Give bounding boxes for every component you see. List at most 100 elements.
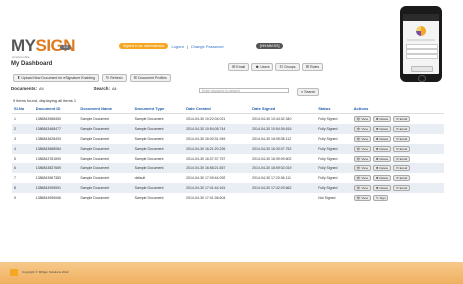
row-email-label: Email <box>399 126 408 131</box>
row-delete-button[interactable]: ✖ Delete <box>372 115 392 122</box>
top-user-bar: Signed in as: administrator Logout | Cha… <box>119 43 223 49</box>
row-email-button[interactable]: ✉ Email <box>393 165 411 172</box>
cell-document-id: 1386843688084 <box>33 143 79 154</box>
row-view-button[interactable]: 👁 View <box>353 185 371 192</box>
group-icon: ☷ <box>279 64 284 69</box>
row-view-button[interactable]: 👁 View <box>353 175 371 182</box>
row-email-button[interactable]: ✉ Email <box>393 145 411 152</box>
row-view-button[interactable]: 👁 View <box>353 125 371 132</box>
row-delete-button[interactable]: ✖ Delete <box>372 175 392 182</box>
cell-date-signed: 2014-04-30 16:05:08.112 <box>252 136 292 141</box>
users-button[interactable]: ☻ Users <box>251 63 274 71</box>
row-view-label: View <box>361 176 368 181</box>
cell-date-created: 2014-04-30 16:37:37.757 <box>186 156 226 161</box>
row-email-button[interactable]: ✉ Email <box>393 135 411 142</box>
cell-document-name: Sample Document <box>78 143 133 154</box>
header-status[interactable]: Status <box>316 104 352 114</box>
phone-text-line <box>407 39 435 41</box>
profiles-button-label: Document Profiles <box>138 76 167 80</box>
row-view-button[interactable]: 👁 View <box>353 115 371 122</box>
cell-document-id: 1386843967383 <box>35 176 62 181</box>
cell-date-signed: 2014-04-30 10:44:32.340 <box>252 116 292 121</box>
row-action-buttons: 👁 View ✖ Delete ✉ Email <box>353 115 442 122</box>
row-email-button[interactable]: ✉ Email <box>393 125 411 132</box>
row-delete-button[interactable]: ✖ Delete <box>372 145 392 152</box>
envelope-icon: ✉ <box>396 136 399 141</box>
document-profiles-button[interactable]: ☰ Document Profiles <box>129 74 171 82</box>
cell-status: Fully Signed <box>318 116 338 121</box>
search-icon: ⌕ <box>301 89 304 94</box>
row-view-label: View <box>361 196 368 201</box>
cell-document-type: Sample Document <box>134 156 164 161</box>
row-email-label: Email <box>399 156 408 161</box>
header-document-type[interactable]: Document Type <box>132 104 185 114</box>
documents-filter-select[interactable]: All <box>39 86 43 91</box>
cell-sl-no: 2 <box>12 123 34 134</box>
cell-sl-no: 4 <box>12 143 34 154</box>
search-filter-select[interactable]: All <box>112 86 116 91</box>
refresh-icon: ↻ <box>105 75 110 80</box>
email-button[interactable]: ✉ Email <box>228 63 250 71</box>
groups-button[interactable]: ☷ Groups <box>275 63 300 71</box>
row-email-button[interactable]: ✉ Email <box>393 185 411 192</box>
cell-document-id: 1386843468477 <box>33 123 79 134</box>
row-sign-button[interactable]: ✎ Sign <box>372 195 389 202</box>
row-view-label: View <box>361 116 368 121</box>
row-view-label: View <box>361 146 368 151</box>
cell-actions: 👁 View ✖ Delete ✉ Email <box>351 123 444 134</box>
row-delete-button[interactable]: ✖ Delete <box>372 165 392 172</box>
cell-document-name: Sample Document <box>80 176 110 181</box>
row-view-button[interactable]: 👁 View <box>353 155 371 162</box>
phone-screen <box>403 14 439 74</box>
roles-button[interactable]: ☰ Roles <box>301 63 324 71</box>
logout-link[interactable]: Logout <box>171 44 183 49</box>
row-email-button[interactable]: ✉ Email <box>393 155 411 162</box>
header-actions: Actions <box>351 104 444 114</box>
row-email-button[interactable]: ✉ Email <box>393 175 411 182</box>
row-view-button[interactable]: 👁 View <box>353 165 371 172</box>
header-date-created[interactable]: Date Created <box>184 104 251 114</box>
row-delete-label: Delete <box>379 176 389 181</box>
change-password-link[interactable]: Change Password <box>191 44 224 49</box>
row-delete-button[interactable]: ✖ Delete <box>372 125 392 132</box>
delete-icon: ✖ <box>375 146 379 151</box>
row-email-button[interactable]: ✉ Email <box>393 115 411 122</box>
cell-document-name: Sample Document <box>78 183 133 194</box>
cell-date-signed: 2014-04-30 10:54:39.616 <box>250 123 317 134</box>
header-document-name[interactable]: Document Name <box>78 104 133 114</box>
upload-document-button[interactable]: ⬆ Upload New Document for eSignature Enab… <box>13 74 99 82</box>
link-separator: | <box>186 43 188 49</box>
footer-logo-icon <box>10 269 18 276</box>
header-date-signed[interactable]: Date Signed <box>250 104 317 114</box>
search-input[interactable]: Enter keyword to search <box>199 88 289 93</box>
phone-list-row <box>406 54 438 59</box>
cell-document-type: Sample Document <box>132 123 185 134</box>
refresh-button[interactable]: ↻ Refresh <box>101 74 127 82</box>
row-delete-button[interactable]: ✖ Delete <box>372 135 392 142</box>
envelope-icon: ✉ <box>396 146 399 151</box>
row-view-label: View <box>361 126 368 131</box>
phone-app-icon <box>416 26 426 36</box>
cell-sl-no: 3 <box>14 136 16 141</box>
search-button[interactable]: ⌕ Search <box>297 88 320 96</box>
cell-actions: 👁 View ✖ Delete ✉ Email <box>351 163 444 174</box>
delete-icon: ✖ <box>375 166 379 171</box>
row-action-buttons: 👁 View ✖ Delete ✉ Email <box>353 145 442 152</box>
cell-document-id: 1386843968450 <box>35 116 62 121</box>
cell-status: Fully Signed <box>316 143 352 154</box>
cell-actions: 👁 View ✎ Sign <box>352 193 444 203</box>
envelope-icon: ✉ <box>396 156 399 161</box>
user-icon: ☻ <box>255 64 260 69</box>
cell-actions: 👁 View ✖ Delete ✉ Email <box>352 134 444 144</box>
row-delete-button[interactable]: ✖ Delete <box>372 185 392 192</box>
cell-document-id: 1386843628493 <box>35 136 62 141</box>
row-delete-label: Delete <box>379 146 389 151</box>
row-view-button[interactable]: 👁 View <box>353 145 371 152</box>
row-view-button[interactable]: 👁 View <box>353 135 371 142</box>
row-delete-button[interactable]: ✖ Delete <box>372 155 392 162</box>
header-document-id[interactable]: Document ID <box>33 104 79 114</box>
header-sl-no[interactable]: Sl.No <box>12 104 34 114</box>
row-view-button[interactable]: 👁 View <box>353 195 371 202</box>
cell-document-id: 1386843781690 <box>35 156 62 161</box>
eye-icon: 👁 <box>356 156 361 161</box>
